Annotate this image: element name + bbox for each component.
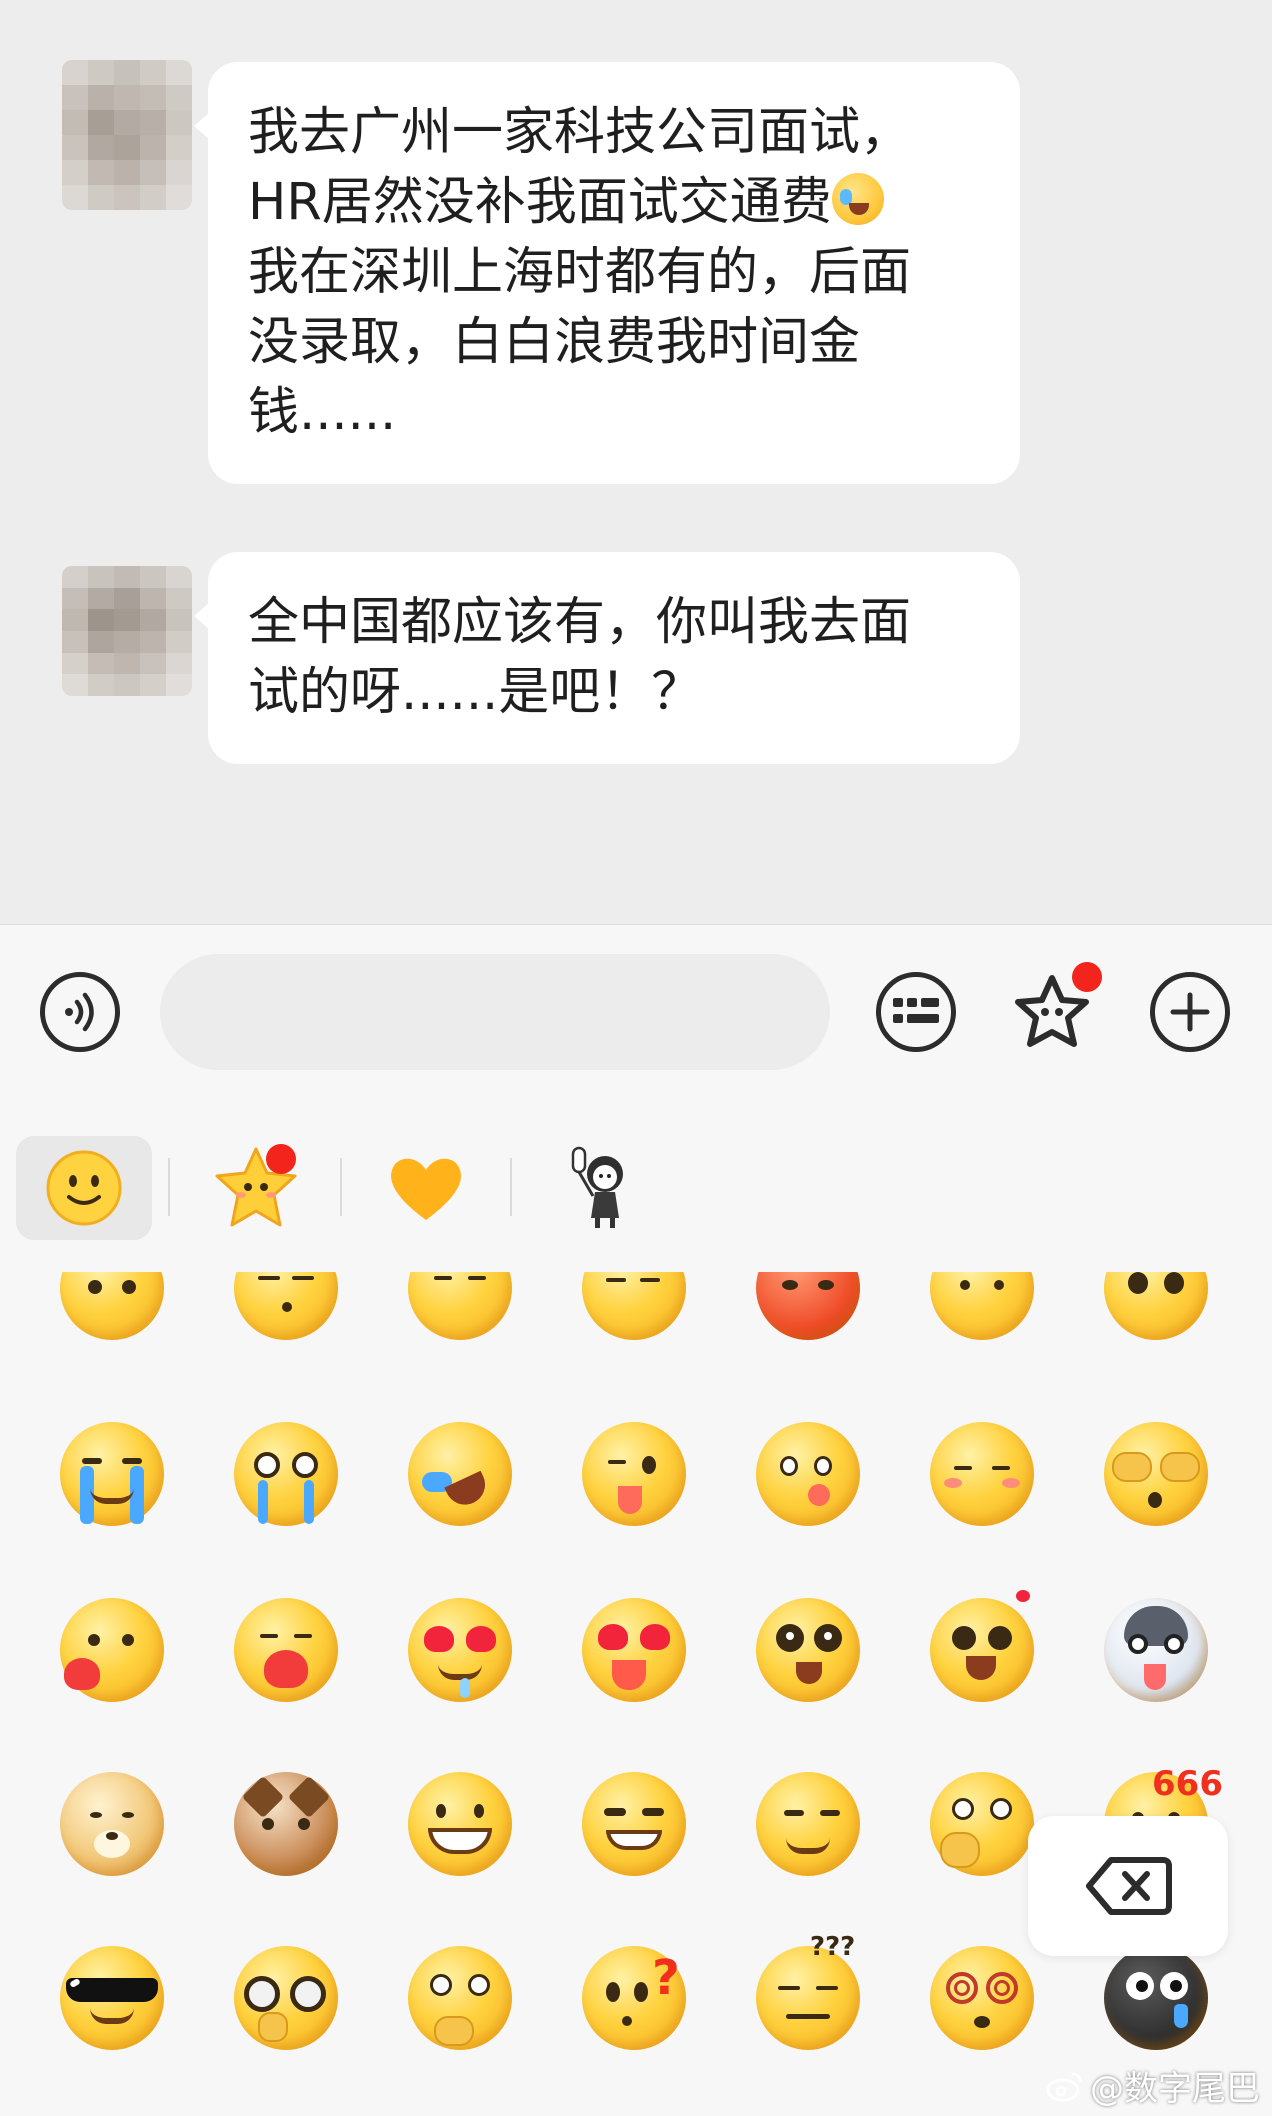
cartoon-girl-icon: [571, 1146, 623, 1228]
notification-dot: [1072, 962, 1102, 992]
angry-emoji-icon[interactable]: [756, 1272, 860, 1340]
tab-divider: [168, 1158, 170, 1216]
heart-eyes-tongue-emoji-icon[interactable]: [582, 1598, 686, 1702]
dizzy-emoji-icon[interactable]: [930, 1946, 1034, 2050]
heart-eyes-drool-emoji-icon[interactable]: [408, 1598, 512, 1702]
annoyed-emoji-icon[interactable]: [582, 1272, 686, 1340]
666-label: 666: [1152, 1764, 1223, 1804]
tab-divider: [340, 1158, 342, 1216]
avatar[interactable]: [62, 566, 192, 696]
hug-emoji-icon[interactable]: [234, 1598, 338, 1702]
tears-emoji-icon[interactable]: [234, 1422, 338, 1526]
notification-dot: [266, 1144, 296, 1174]
cover-mouth-emoji-icon[interactable]: [930, 1772, 1034, 1876]
doge-emoji-icon[interactable]: [60, 1772, 164, 1876]
blush-emoji-icon[interactable]: [930, 1422, 1034, 1526]
chat-area: 我去广州一家科技公司面试， HR居然没补我面试交通费 我在深圳上海时都有的，后面…: [0, 0, 1272, 924]
smirk-emoji-icon[interactable]: [408, 1272, 512, 1340]
glasses-emoji-icon[interactable]: [234, 1946, 338, 2050]
smug-emoji-icon[interactable]: [582, 1772, 686, 1876]
husky-emoji-icon[interactable]: [1104, 1598, 1208, 1702]
grin-emoji-icon[interactable]: [408, 1772, 512, 1876]
heart-hold-emoji-icon[interactable]: [60, 1598, 164, 1702]
message-line: 我在深圳上海时都有的，后面: [248, 243, 912, 302]
confused-emoji-icon[interactable]: ???: [756, 1932, 860, 2050]
plus-button[interactable]: [1150, 972, 1230, 1052]
sad-emoji-icon[interactable]: [60, 1272, 164, 1340]
excited-emoji-icon[interactable]: [930, 1590, 1034, 1702]
emoji-grid: 666 ? ???: [0, 1272, 1272, 2116]
starry-eyes-emoji-icon[interactable]: [756, 1598, 860, 1702]
wink-tongue-emoji-icon[interactable]: [582, 1422, 686, 1526]
heart-icon: [391, 1158, 461, 1220]
shy-emoji-icon[interactable]: [930, 1272, 1034, 1340]
crying-emoji-icon[interactable]: [60, 1422, 164, 1526]
laughing-crying-emoji-icon[interactable]: [408, 1422, 512, 1526]
tab-cartoon-girl[interactable]: [532, 1136, 668, 1240]
see-no-evil-emoji-icon[interactable]: [1104, 1422, 1208, 1526]
tab-smiley[interactable]: [16, 1136, 152, 1240]
message-bubble[interactable]: 全中国都应该有，你叫我去面 试的呀......是吧！？: [194, 552, 1020, 764]
pleading-emoji-icon[interactable]: [1104, 1272, 1208, 1340]
voice-button[interactable]: [40, 972, 120, 1052]
sunglasses-emoji-icon[interactable]: [60, 1946, 164, 2050]
watermark: @数字尾巴: [1046, 2061, 1260, 2110]
black-crying-emoji-icon[interactable]: [1104, 1946, 1208, 2050]
yummy-emoji-icon[interactable]: [756, 1422, 860, 1526]
message-line: 全中国都应该有，你叫我去面: [248, 593, 912, 652]
backspace-icon: [1086, 1857, 1172, 1915]
speechless-emoji-icon[interactable]: [234, 1272, 338, 1340]
message-line: HR居然没补我面试交通费: [248, 168, 980, 238]
cat-emoji-icon[interactable]: [234, 1772, 338, 1876]
side-eye-emoji-icon[interactable]: [756, 1772, 860, 1876]
smiley-icon: [46, 1150, 122, 1226]
avatar[interactable]: [62, 60, 192, 210]
keyboard-icon: [893, 998, 939, 1023]
plus-icon: [1170, 992, 1210, 1032]
delete-button[interactable]: [1028, 1816, 1228, 1956]
laughing-crying-emoji-icon: [831, 173, 884, 225]
thinking-emoji-icon[interactable]: [408, 1946, 512, 2050]
tab-divider: [510, 1158, 512, 1216]
voice-icon: [65, 992, 94, 1032]
keyboard-button[interactable]: [876, 972, 956, 1052]
tab-star-face[interactable]: [188, 1136, 324, 1240]
message-line: 没录取，白白浪费我时间金: [248, 313, 861, 372]
message-bubble[interactable]: 我去广州一家科技公司面试， HR居然没补我面试交通费 我在深圳上海时都有的，后面…: [194, 62, 1020, 484]
question-emoji-icon[interactable]: ?: [582, 1946, 686, 2050]
tab-heart[interactable]: [358, 1136, 494, 1240]
watermark-text: @数字尾巴: [1090, 2069, 1260, 2109]
weibo-icon: [1046, 2072, 1082, 2101]
message-line: 钱......: [248, 383, 397, 442]
message-line: 我去广州一家科技公司面试，: [248, 103, 912, 162]
message-input[interactable]: [160, 954, 830, 1070]
message-line: 试的呀......是吧！？: [248, 663, 703, 722]
